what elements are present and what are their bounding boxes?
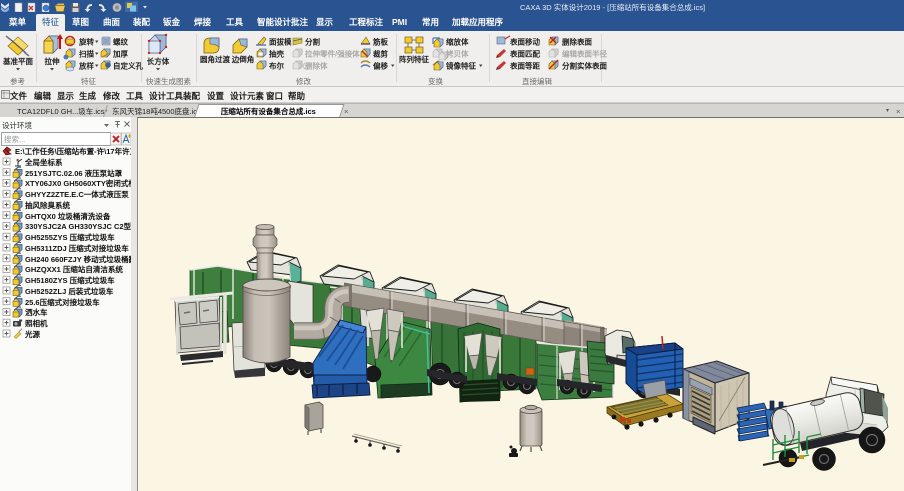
svg-text:圆角过渡: 圆角过渡 [200, 54, 230, 64]
svg-text:偏移: 偏移 [373, 61, 388, 71]
svg-text:旋转: 旋转 [78, 37, 94, 47]
svg-text:螺纹: 螺纹 [113, 37, 128, 47]
svg-text:放样: 放样 [78, 61, 94, 71]
svg-text:拷贝体: 拷贝体 [446, 49, 469, 59]
svg-text:缩放体: 缩放体 [446, 37, 469, 47]
svg-text:加厚: 加厚 [112, 49, 128, 59]
svg-text:删除表面: 删除表面 [562, 37, 592, 47]
svg-text:筋板: 筋板 [373, 37, 388, 47]
svg-text:表面匹配: 表面匹配 [510, 49, 540, 59]
svg-text:分割实体表面: 分割实体表面 [562, 61, 607, 71]
svg-text:镜像特征: 镜像特征 [446, 61, 476, 71]
svg-text:长方体: 长方体 [147, 56, 170, 66]
svg-text:拉伸零件/强接体: 拉伸零件/强接体 [305, 49, 360, 59]
svg-text:抽壳: 抽壳 [269, 49, 284, 59]
svg-text:表面等距: 表面等距 [510, 61, 540, 71]
svg-text:自定义孔: 自定义孔 [113, 61, 143, 71]
svg-text:基准平面: 基准平面 [2, 56, 33, 66]
svg-text:分割: 分割 [305, 37, 320, 47]
svg-text:面拔模: 面拔模 [269, 37, 292, 47]
svg-text:编辑表面半径: 编辑表面半径 [562, 49, 607, 59]
svg-text:扫描: 扫描 [79, 49, 94, 59]
svg-text:布尔: 布尔 [269, 61, 284, 71]
svg-text:删除体: 删除体 [305, 61, 328, 71]
svg-text:裁剪: 裁剪 [373, 49, 388, 59]
svg-text:阵列特征: 阵列特征 [399, 54, 429, 64]
svg-text:表面移动: 表面移动 [510, 37, 540, 47]
svg-text:拉伸: 拉伸 [45, 56, 60, 66]
svg-text:边倒角: 边倒角 [231, 54, 255, 64]
